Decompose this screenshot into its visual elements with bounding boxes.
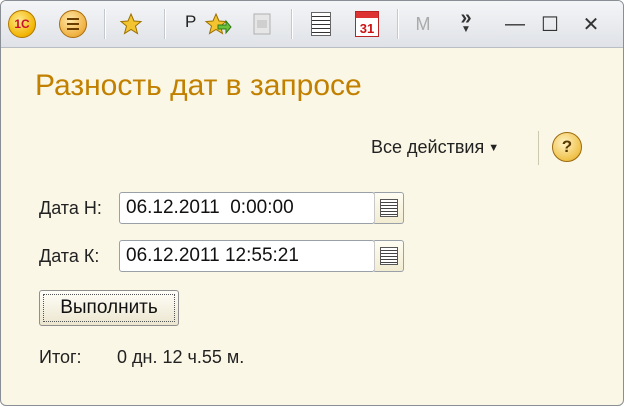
calculator-icon bbox=[311, 12, 331, 36]
result-value: 0 дн. 12 ч.55 м. bbox=[117, 347, 245, 367]
app-window: 1С Р 31 М » ▼ — ☐ ✕ Разность дат в запро… bbox=[0, 0, 624, 406]
calendar-button[interactable]: 31 bbox=[352, 9, 382, 39]
m-button[interactable]: М bbox=[408, 9, 438, 39]
logo-1c-button[interactable]: 1С bbox=[7, 9, 37, 39]
chevron-down-icon: ▼ bbox=[461, 24, 471, 35]
calendar-icon: 31 bbox=[355, 11, 379, 37]
result-label: Итог: bbox=[39, 347, 82, 367]
star-arrow-icon bbox=[204, 12, 232, 35]
main-menu-button[interactable] bbox=[58, 9, 88, 39]
caret-down-icon: ▼ bbox=[488, 142, 500, 154]
date-end-label: Дата К: bbox=[39, 246, 100, 266]
date-start-input[interactable] bbox=[119, 192, 375, 224]
run-button[interactable]: Выполнить bbox=[39, 290, 179, 326]
document-icon bbox=[253, 13, 271, 35]
help-button[interactable]: ? bbox=[552, 132, 582, 162]
star-icon bbox=[119, 12, 143, 35]
more-button[interactable]: » ▼ bbox=[451, 8, 481, 39]
calendar-icon bbox=[380, 199, 398, 217]
document-button[interactable] bbox=[247, 9, 277, 39]
date-end-picker-button[interactable] bbox=[374, 240, 404, 272]
calendar-icon bbox=[380, 247, 398, 265]
r-label[interactable]: Р bbox=[185, 12, 196, 32]
actions-separator bbox=[538, 131, 539, 165]
title-toolbar: 1С Р 31 М » ▼ — ☐ ✕ bbox=[1, 1, 623, 48]
main-menu-icon bbox=[59, 10, 87, 38]
toolbar-separator bbox=[397, 9, 399, 39]
logo-1c-icon: 1С bbox=[8, 10, 36, 38]
close-button[interactable]: ✕ bbox=[577, 11, 605, 37]
date-start-label: Дата Н: bbox=[39, 198, 102, 218]
toolbar-separator bbox=[291, 9, 293, 39]
add-favorite-button[interactable] bbox=[203, 9, 233, 39]
calculator-button[interactable] bbox=[306, 9, 336, 39]
date-end-input[interactable] bbox=[119, 240, 375, 272]
minimize-button[interactable]: — bbox=[501, 11, 529, 37]
maximize-button[interactable]: ☐ bbox=[536, 11, 564, 37]
favorites-button[interactable] bbox=[116, 9, 146, 39]
toolbar-separator bbox=[164, 9, 166, 39]
toolbar-separator bbox=[104, 9, 106, 39]
all-actions-menu[interactable]: Все действия ▼ bbox=[371, 137, 499, 158]
form-title: Разность дат в запросе bbox=[35, 69, 362, 102]
date-start-picker-button[interactable] bbox=[374, 192, 404, 224]
